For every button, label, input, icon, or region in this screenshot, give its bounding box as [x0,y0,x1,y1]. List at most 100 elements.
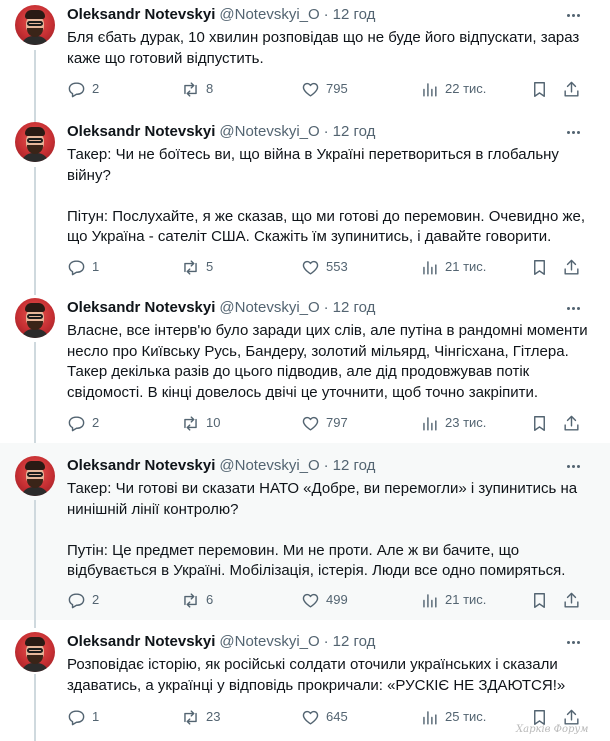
reply-icon [68,81,85,97]
author-handle[interactable]: @Notevskyi_O [219,299,319,316]
retweet-icon [184,709,197,725]
tweet-header: Oleksandr Notevskyi @Notevskyi_O · 12 год [67,456,375,476]
bookmark-button[interactable] [530,590,549,610]
reply-button[interactable]: 1 [67,257,99,277]
author-name[interactable]: Oleksandr Notevskyi [67,299,215,316]
views-button[interactable]: 21 тис. [420,590,486,610]
reply-button[interactable]: 1 [67,707,99,727]
like-button[interactable]: 795 [301,79,348,99]
reply-icon [68,259,85,275]
retweet-button[interactable]: 23 [181,707,220,727]
tweet-actions: 1 5 553 21 тис. [67,257,592,277]
share-button[interactable] [562,413,581,433]
bookmark-icon [534,259,545,275]
tweet-time[interactable]: 12 год [333,299,376,316]
avatar[interactable] [15,298,55,338]
share-button[interactable] [562,590,581,610]
reply-count: 2 [92,592,100,607]
author-name[interactable]: Oleksandr Notevskyi [67,6,215,23]
views-chart-icon [423,416,437,431]
author-handle[interactable]: @Notevskyi_O [219,123,319,140]
bookmark-icon [534,592,545,608]
views-button[interactable]: 23 тис. [420,413,486,433]
views-count: 23 тис. [445,415,487,430]
more-icon[interactable] [564,299,582,317]
share-button[interactable] [562,257,581,277]
retweet-button[interactable]: 10 [181,413,220,433]
more-icon[interactable] [564,633,582,651]
like-button[interactable]: 645 [301,707,348,727]
views-chart-icon [423,593,437,608]
retweet-icon [184,415,197,431]
tweet-text: Власне, все інтерв'ю було заради цих слі… [67,322,588,401]
views-button[interactable]: 25 тис. [420,707,486,727]
avatar[interactable] [15,456,55,496]
author-name[interactable]: Oleksandr Notevskyi [67,123,215,140]
tweet-time[interactable]: 12 год [333,6,376,23]
tweet-actions: 1 23 645 25 тис. [67,707,592,727]
views-chart-icon [423,710,437,725]
like-count: 499 [326,592,348,607]
retweet-button[interactable]: 5 [181,257,213,277]
heart-icon [302,260,319,275]
bookmark-icon [534,415,545,431]
avatar[interactable] [15,632,55,672]
views-count: 21 тис. [445,259,487,274]
tweet-text: Такер: Чи готові ви сказати НАТО «Добре,… [67,480,578,579]
tweet-header: Oleksandr Notevskyi @Notevskyi_O · 12 год [67,298,375,318]
heart-icon [302,710,319,725]
like-button[interactable]: 553 [301,257,348,277]
author-handle[interactable]: @Notevskyi_O [219,6,319,23]
views-chart-icon [423,82,437,97]
retweet-icon [184,592,197,608]
share-icon [564,415,579,431]
watermark: Харків Форум [516,724,589,735]
separator-dot: · [323,123,329,140]
tweet-actions: 2 10 797 23 тис. [67,413,592,433]
avatar[interactable] [15,122,55,162]
reply-count: 1 [92,259,100,274]
heart-icon [302,82,319,97]
reply-button[interactable]: 2 [67,413,99,433]
retweet-count: 5 [206,259,214,274]
bookmark-button[interactable] [530,79,549,99]
author-name[interactable]: Oleksandr Notevskyi [67,457,215,474]
separator-dot: · [323,633,329,650]
tweet-header: Oleksandr Notevskyi @Notevskyi_O · 12 год [67,632,375,652]
separator-dot: · [323,299,329,316]
reply-button[interactable]: 2 [67,79,99,99]
share-button[interactable] [562,79,581,99]
share-icon [564,81,579,97]
bookmark-button[interactable] [530,257,549,277]
retweet-button[interactable]: 8 [181,79,213,99]
retweet-button[interactable]: 6 [181,590,213,610]
tweet-text: Розповідає історію, як російські солдати… [67,656,566,694]
more-icon[interactable] [564,457,582,475]
author-handle[interactable]: @Notevskyi_O [219,633,319,650]
author-name[interactable]: Oleksandr Notevskyi [67,633,215,650]
views-chart-icon [423,260,437,275]
like-button[interactable]: 797 [301,413,348,433]
views-button[interactable]: 22 тис. [420,79,486,99]
heart-icon [302,416,319,431]
like-button[interactable]: 499 [301,590,348,610]
author-handle[interactable]: @Notevskyi_O [219,457,319,474]
tweet-time[interactable]: 12 год [333,123,376,140]
reply-button[interactable]: 2 [67,590,99,610]
views-button[interactable]: 21 тис. [420,257,486,277]
reply-icon [68,415,85,431]
tweet-time[interactable]: 12 год [333,457,376,474]
avatar[interactable] [15,5,55,45]
reply-icon [68,709,85,725]
tweet-time[interactable]: 12 год [333,633,376,650]
tweet-text: Такер: Чи не боїтесь ви, що війна в Укра… [67,146,586,245]
retweet-count: 10 [206,415,221,430]
tweet-actions: 2 6 499 21 тис. [67,590,592,610]
more-icon[interactable] [564,123,582,141]
bookmark-button[interactable] [530,413,549,433]
like-count: 795 [326,81,348,96]
more-icon[interactable] [564,6,582,24]
retweet-icon [184,259,197,275]
like-count: 645 [326,709,348,724]
share-icon [564,592,579,608]
